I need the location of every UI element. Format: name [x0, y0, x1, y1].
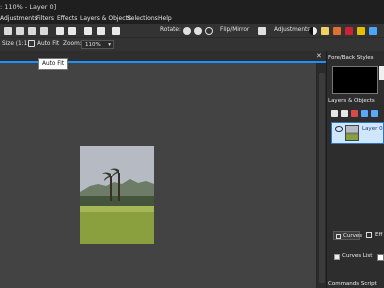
vertical-scrollbar[interactable]: [316, 63, 326, 288]
crop-icon[interactable]: [28, 27, 36, 35]
background-style-swatch[interactable]: [379, 66, 384, 80]
contrast-icon[interactable]: [309, 27, 317, 35]
layer-row[interactable]: Layer 0: [331, 122, 384, 144]
auto-fit-button[interactable]: Auto Fit: [37, 41, 59, 47]
menu-layers-objects[interactable]: Layers & Objects: [80, 15, 131, 22]
saturation-icon[interactable]: [369, 27, 377, 35]
tab-curves-label: Curves: [343, 233, 363, 239]
flip-icon[interactable]: [258, 27, 266, 35]
menu-filters[interactable]: Filters: [36, 15, 54, 22]
flip-mirror-label: Flip/Mirror: [220, 27, 250, 33]
layer-thumbnail: [345, 125, 359, 141]
auto-fit-icon[interactable]: [28, 40, 35, 47]
adjustments-label: Adjustments:: [274, 27, 313, 33]
duplicate-layer-icon[interactable]: [341, 110, 348, 117]
paste-icon[interactable]: [16, 27, 24, 35]
brightness-icon[interactable]: [321, 27, 329, 35]
size-1-1-button[interactable]: Size (1:1): [2, 41, 30, 47]
rotate-free-icon[interactable]: [205, 27, 213, 35]
copy-icon[interactable]: [4, 27, 12, 35]
zoom-value: 110%: [85, 42, 101, 48]
border-icon[interactable]: [56, 27, 64, 35]
hue-icon[interactable]: [357, 27, 365, 35]
resize-icon[interactable]: [40, 27, 48, 35]
curves-list-label: Curves List: [342, 253, 373, 259]
chevron-down-icon: ▾: [108, 42, 111, 48]
delete-layer-icon[interactable]: [351, 110, 358, 117]
rotate-label: Rotate:: [160, 27, 181, 33]
rotate-right-icon[interactable]: [194, 27, 202, 35]
foreground-style-swatch[interactable]: [332, 66, 378, 94]
commands-script-title: Commands Script: [328, 281, 377, 287]
canvas-size-icon[interactable]: [84, 27, 92, 35]
effects-tab-icon[interactable]: [366, 232, 372, 238]
close-icon[interactable]: ✕: [316, 52, 322, 60]
canvas-image[interactable]: [80, 146, 154, 244]
menu-adjustments[interactable]: Adjustments: [0, 15, 38, 22]
curves-list-checkbox[interactable]: [334, 254, 340, 260]
grid-icon[interactable]: [97, 27, 105, 35]
move-layer-up-icon[interactable]: [361, 110, 368, 117]
menu-effects[interactable]: Effects: [57, 15, 77, 22]
curves-tab-icon: [336, 234, 341, 239]
tab-curves[interactable]: Curves: [333, 231, 363, 240]
fore-back-styles-title: Fore/Back Styles: [328, 55, 374, 61]
zoom-label: Zoom:: [63, 41, 82, 47]
menu-selections[interactable]: Selections: [127, 15, 158, 22]
canvas-area[interactable]: [0, 63, 316, 288]
window-title: : 110% - Layer 0]: [0, 3, 57, 11]
curves-icon[interactable]: [345, 27, 353, 35]
vertical-scrollbar-thumb[interactable]: [319, 73, 325, 283]
curves-preview-swatch[interactable]: [377, 254, 384, 261]
layer-name: Layer 0: [362, 126, 383, 132]
zoom-select[interactable]: 110% ▾: [81, 40, 114, 49]
layers-objects-title: Layers & Objects: [328, 98, 375, 104]
tooltip-auto-fit: Auto Fit: [38, 58, 69, 70]
eye-icon[interactable]: [335, 126, 343, 132]
new-layer-icon[interactable]: [331, 110, 338, 117]
tab-effects[interactable]: Eff: [375, 232, 382, 238]
menu-help[interactable]: Help: [158, 15, 172, 22]
main-toolbar: Rotate: Flip/Mirror Adjustments:: [0, 24, 384, 38]
levels-icon[interactable]: [333, 27, 341, 35]
view-toolbar: Size (1:1) Auto Fit Zoom: 110% ▾: [0, 38, 384, 51]
move-layer-down-icon[interactable]: [371, 110, 378, 117]
layout-icon[interactable]: [112, 27, 120, 35]
frame-icon[interactable]: [68, 27, 76, 35]
rotate-left-icon[interactable]: [183, 27, 191, 35]
